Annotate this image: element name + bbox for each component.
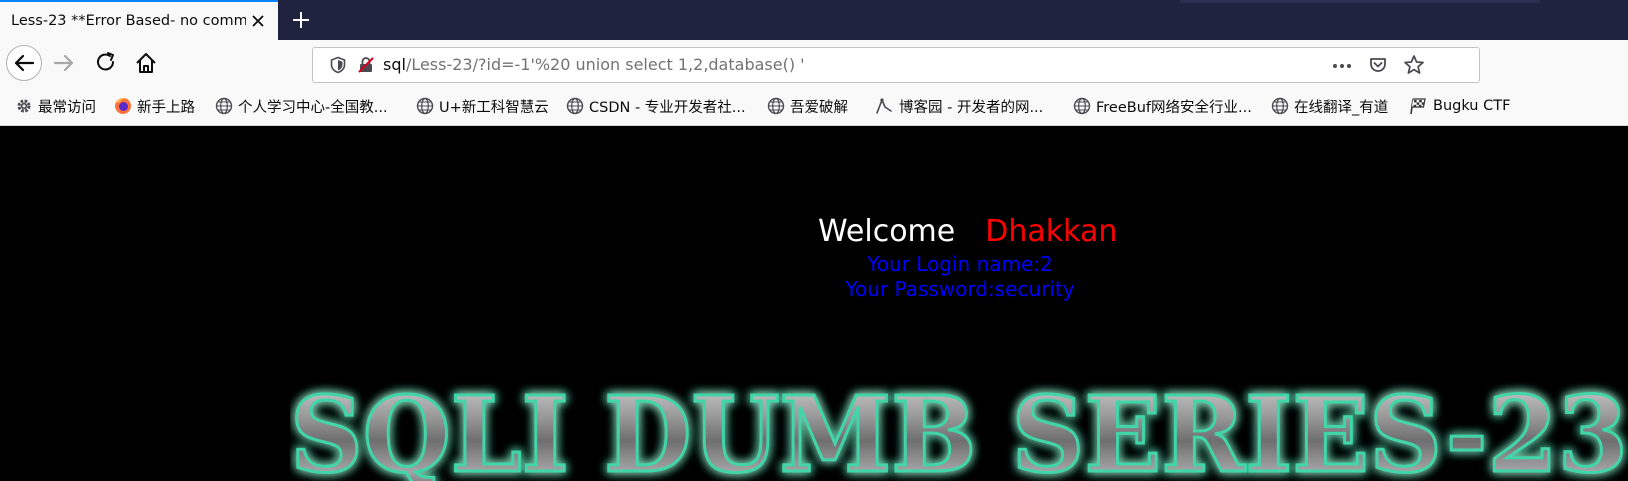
tab-title: Less-23 **Error Based- no comments** — [11, 13, 246, 29]
bookmark-learning-center[interactable]: 个人学习中心-全国教... — [215, 95, 388, 117]
globe-icon — [215, 97, 233, 115]
reload-button[interactable] — [88, 45, 124, 81]
tab-strip: Less-23 **Error Based- no comments** — [0, 0, 1628, 40]
bookmark-csdn[interactable]: CSDN - 专业开发者社... — [566, 95, 746, 117]
shield-icon[interactable] — [329, 56, 347, 74]
bookmark-label: CSDN - 专业开发者社... — [589, 99, 746, 116]
insecure-lock-icon[interactable] — [357, 56, 375, 74]
bookmark-label: U+新工科智慧云 — [439, 99, 549, 116]
tabstrip-drag-area[interactable] — [1180, 0, 1540, 3]
bookmark-label: 在线翻译_有道 — [1294, 99, 1389, 116]
bookmark-label: 新手上路 — [137, 99, 195, 116]
login-name-line: Your Login name:2 — [867, 252, 1053, 276]
url-path: /Less-23/?id=-1'%20 union select 1,2,dat… — [405, 55, 805, 74]
new-tab-button[interactable] — [290, 9, 312, 31]
welcome-heading: Welcome Dhakkan — [818, 214, 1117, 250]
bookmark-cnblogs[interactable]: 博客园 - 开发者的网... — [874, 95, 1043, 117]
bookmark-youdao[interactable]: 在线翻译_有道 — [1271, 95, 1388, 117]
bookmark-getting-started[interactable]: 新手上路 — [114, 95, 195, 117]
url-host: sql — [383, 55, 406, 74]
back-arrow-icon — [14, 54, 35, 72]
globe-icon — [416, 97, 434, 115]
close-icon[interactable] — [249, 12, 267, 30]
welcome-text: Welcome — [818, 214, 956, 249]
series-banner: SQLI DUMB SERIES-23 — [290, 372, 1628, 481]
bookmark-label: 博客园 - 开发者的网... — [899, 99, 1044, 116]
bookmark-label: Bugku CTF — [1433, 98, 1511, 114]
bookmark-label: 最常访问 — [38, 99, 96, 116]
bookmark-label: FreeBuf网络安全行业... — [1096, 99, 1252, 116]
gear-icon — [17, 99, 31, 113]
globe-icon — [767, 97, 785, 115]
password-line: Your Password:security — [845, 277, 1075, 301]
back-button[interactable] — [6, 45, 42, 81]
bookmark-freebuf[interactable]: FreeBuf网络安全行业... — [1073, 95, 1252, 117]
banner-title: SQLI DUMB SERIES-23 — [290, 373, 1628, 481]
globe-icon — [566, 97, 584, 115]
firefox-icon — [115, 98, 131, 114]
page-actions-icon[interactable] — [1331, 57, 1353, 75]
cnblogs-icon — [876, 98, 892, 114]
tab-active[interactable]: Less-23 **Error Based- no comments** — [0, 0, 278, 40]
bookmark-most-visited[interactable]: 最常访问 — [15, 95, 96, 117]
bookmark-star-icon[interactable] — [1403, 54, 1425, 76]
flag-icon — [1410, 98, 1426, 115]
bookmarks-toolbar: 最常访问 新手上路 个人学习中心-全国教... U+新工科智慧云 CSDN - … — [0, 86, 1628, 126]
page-content: Welcome Dhakkan Your Login name:2 Your Pa… — [0, 126, 1628, 481]
globe-icon — [1271, 97, 1289, 115]
globe-icon — [1073, 97, 1091, 115]
bookmark-label: 个人学习中心-全国教... — [238, 99, 388, 116]
pocket-icon[interactable] — [1368, 55, 1388, 75]
url-text[interactable]: sql/Less-23/?id=-1'%20 union select 1,2,… — [383, 55, 805, 75]
forward-button[interactable] — [46, 45, 82, 81]
username-text: Dhakkan — [985, 214, 1118, 249]
bookmark-bugku[interactable]: Bugku CTF — [1408, 95, 1510, 117]
bookmark-52pojie[interactable]: 吾爱破解 — [767, 95, 848, 117]
bookmark-label: 吾爱破解 — [790, 99, 848, 116]
home-button[interactable] — [128, 45, 164, 81]
bookmark-u-plus[interactable]: U+新工科智慧云 — [416, 95, 549, 117]
url-bar[interactable]: sql/Less-23/?id=-1'%20 union select 1,2,… — [312, 47, 1480, 83]
